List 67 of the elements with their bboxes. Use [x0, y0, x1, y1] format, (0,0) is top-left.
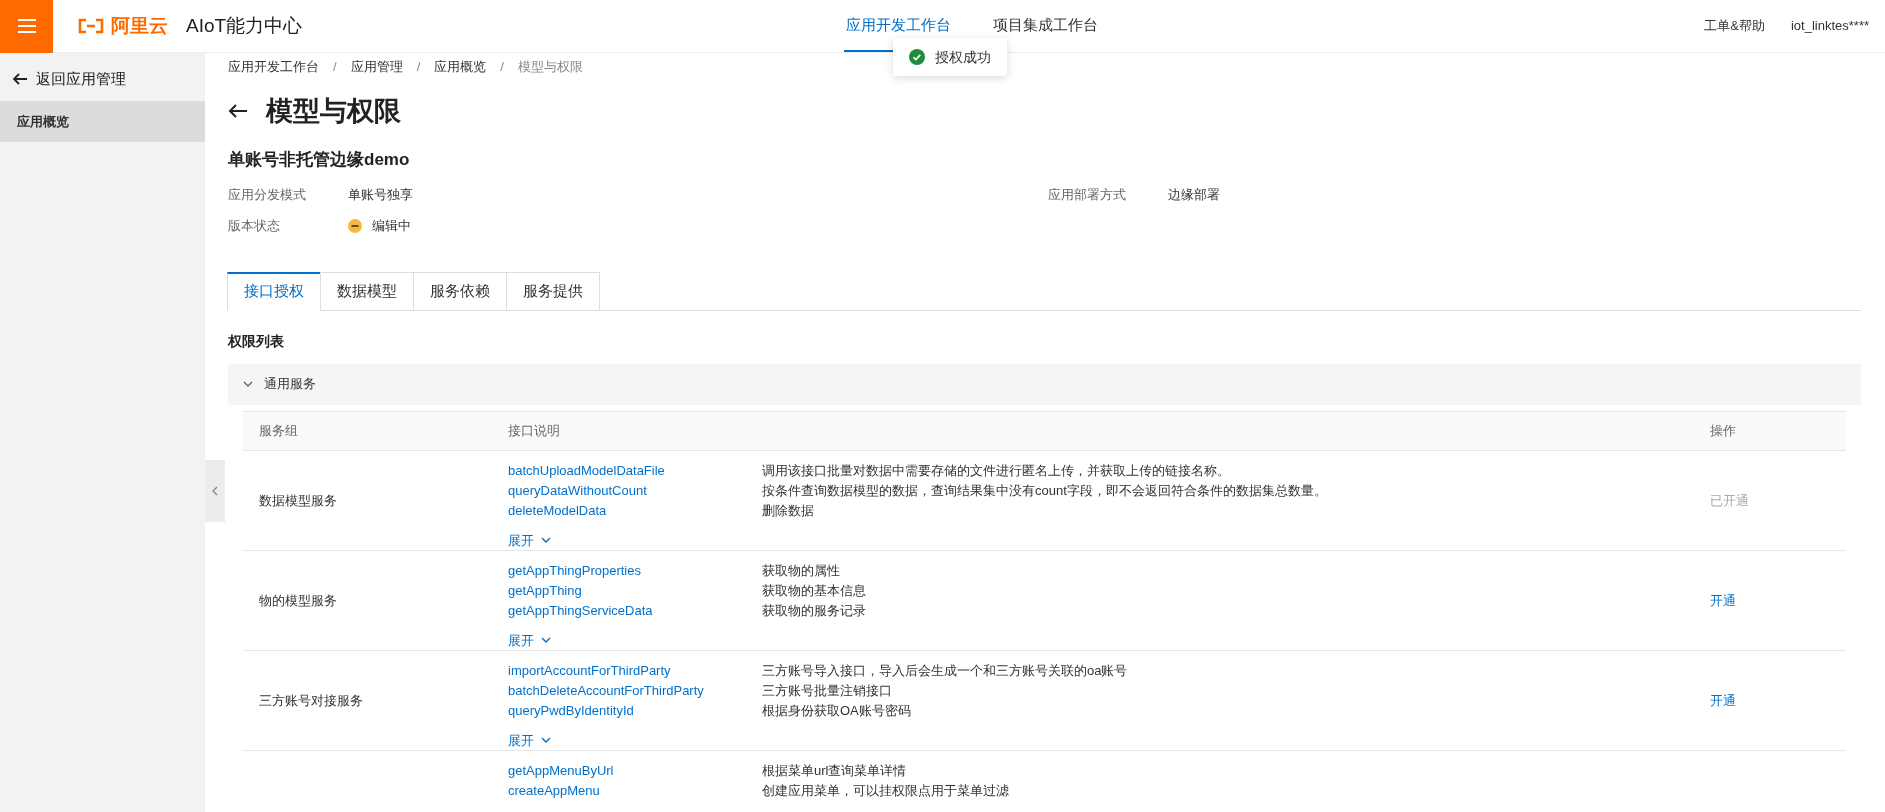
- api-description: 三方账号导入接口，导入后会生成一个和三方账号关联的oa账号: [762, 661, 1129, 680]
- api-description: 根据身份获取OA账号密码: [762, 701, 912, 720]
- column-header: 接口说明: [507, 421, 561, 440]
- api-description: 获取物的服务记录: [762, 601, 867, 620]
- api-link[interactable]: getAppThingServiceData: [492, 600, 762, 621]
- api-link[interactable]: queryPwdByIdentityId: [492, 700, 762, 721]
- group-header[interactable]: 通用服务: [228, 363, 1861, 405]
- menu-icon: [16, 18, 37, 34]
- expand-link[interactable]: 展开: [508, 530, 552, 550]
- api-link[interactable]: batchDeleteAccountForThirdParty: [492, 680, 762, 701]
- activate-link[interactable]: 开通: [1710, 592, 1736, 608]
- page-title: 模型与权限: [266, 94, 401, 128]
- collapse-handle[interactable]: [205, 460, 225, 522]
- column-header: 操作: [1709, 421, 1737, 440]
- api-link[interactable]: getAppMenuByUrl: [492, 760, 762, 781]
- user-account-link[interactable]: iot_linktes****: [1790, 16, 1869, 36]
- tab[interactable]: 服务提供: [506, 271, 600, 311]
- breadcrumb-item[interactable]: 应用概览: [434, 57, 487, 77]
- expand-link[interactable]: 展开: [508, 630, 552, 650]
- breadcrumb-separator: /: [333, 58, 337, 76]
- field-label: 应用部署方式: [1048, 185, 1127, 204]
- menu-button[interactable]: [0, 0, 53, 53]
- breadcrumb-separator: /: [416, 58, 421, 76]
- logo-text: 阿里云: [111, 13, 168, 38]
- api-link[interactable]: importAccountForThirdParty: [492, 660, 762, 681]
- logo-icon: [77, 18, 105, 34]
- activate-link[interactable]: 开通: [1710, 692, 1736, 708]
- help-link[interactable]: 工单&帮助: [1704, 16, 1765, 36]
- api-link[interactable]: getAppThing: [492, 580, 762, 601]
- column-header: 服务组: [258, 421, 299, 440]
- back-arrow-icon: [12, 71, 28, 87]
- api-link[interactable]: createAppMenu: [492, 780, 762, 801]
- api-description: 创建应用菜单，可以挂权限点用于菜单过滤: [762, 781, 1010, 800]
- nav-tab[interactable]: 项目集成工作台: [991, 0, 1101, 52]
- table-cell: 物的模型服务: [259, 592, 337, 608]
- success-icon: [909, 49, 925, 65]
- section-title: 权限列表: [228, 331, 285, 351]
- api-description: 按条件查询数据模型的数据，查询结果集中没有count字段，即不会返回符合条件的数据集总数量。: [762, 481, 1328, 500]
- api-description: 获取物的属性: [762, 561, 841, 580]
- field-label: 应用分发模式: [228, 185, 307, 204]
- tab[interactable]: 数据模型: [320, 271, 414, 311]
- breadcrumb-item[interactable]: 应用管理: [350, 57, 403, 77]
- api-link[interactable]: queryDataWithoutCount: [492, 480, 762, 501]
- activated-status: 已开通: [1710, 492, 1749, 508]
- tab[interactable]: 接口授权: [227, 271, 321, 311]
- back-link[interactable]: 返回应用管理: [0, 59, 205, 99]
- field-value: 单账号独享: [348, 185, 413, 204]
- table-cell: 三方账号对接服务: [259, 692, 363, 708]
- sidebar-item[interactable]: 应用概览: [0, 101, 205, 142]
- table-cell: 数据模型服务: [259, 492, 337, 508]
- api-description: 删除数据: [762, 501, 815, 520]
- product-name: AIoT能力中心: [186, 13, 303, 38]
- breadcrumb-item[interactable]: 应用开发工作台: [228, 57, 319, 77]
- api-link[interactable]: batchUploadModelDataFile: [492, 460, 762, 481]
- breadcrumb-separator: /: [500, 58, 504, 76]
- api-description: 调用该接口批量对数据中需要存储的文件进行匿名上传，并获取上传的链接名称。: [762, 461, 1231, 480]
- field-value: 边缘部署: [1168, 185, 1220, 204]
- app-name: 单账号非托管边缘demo: [228, 149, 411, 171]
- breadcrumb-item[interactable]: 模型与权限: [517, 57, 583, 77]
- field-label: 版本状态: [228, 217, 281, 235]
- api-description: 三方账号批量注销接口: [762, 681, 893, 700]
- field-value: 编辑中: [372, 217, 411, 235]
- api-description: 根据菜单url查询菜单详情: [762, 761, 908, 780]
- expand-link[interactable]: 展开: [508, 730, 552, 750]
- api-link[interactable]: getAppThingProperties: [492, 560, 762, 581]
- api-description: 获取物的基本信息: [762, 581, 867, 600]
- api-link[interactable]: deleteModelData: [492, 500, 762, 521]
